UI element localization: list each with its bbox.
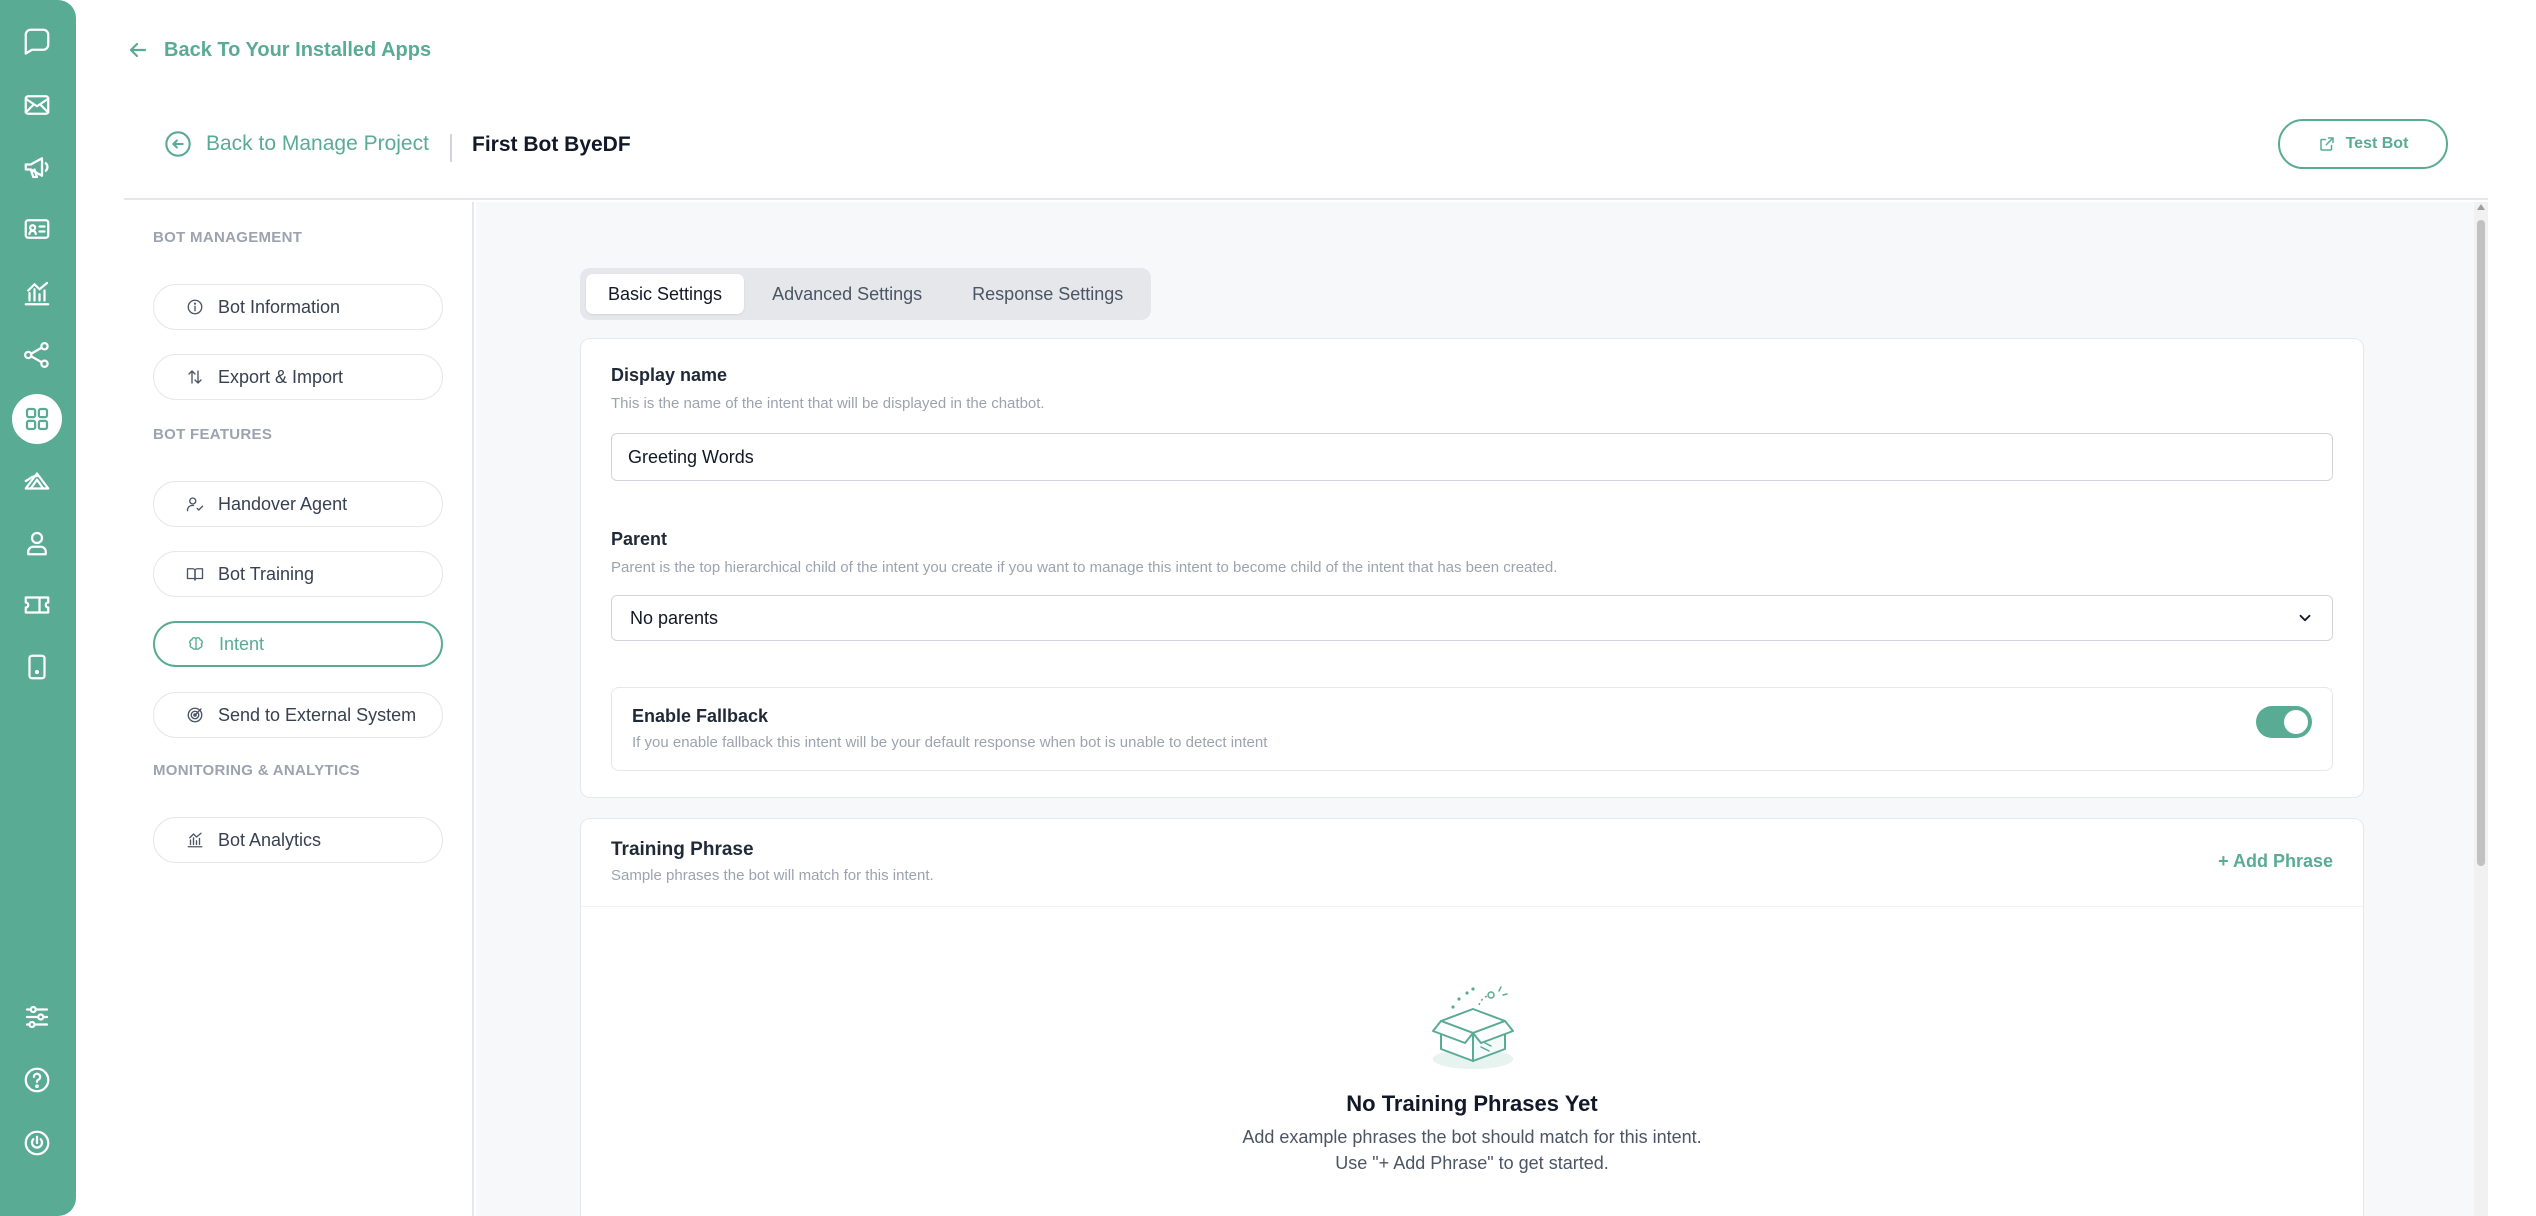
sidebar-item-bot-information[interactable]: Bot Information xyxy=(153,284,443,330)
tab-advanced-settings[interactable]: Advanced Settings xyxy=(750,274,944,314)
test-bot-button[interactable]: Test Bot xyxy=(2278,119,2448,169)
back-to-apps-label: Back To Your Installed Apps xyxy=(164,38,432,61)
app-rail xyxy=(0,0,76,1216)
chat-icon[interactable] xyxy=(14,18,60,64)
arrow-left-icon xyxy=(129,42,147,58)
user-check-icon xyxy=(186,497,204,512)
sidebar-item-label: Bot Information xyxy=(218,296,341,317)
fallback-toggle[interactable] xyxy=(2256,706,2312,738)
power-icon[interactable] xyxy=(14,1120,60,1166)
empty-box-icon xyxy=(1432,986,1514,1069)
content-scrollbar[interactable] xyxy=(2474,202,2488,1216)
settings-tabs: Basic Settings Advanced Settings Respons… xyxy=(580,268,1152,320)
back-to-project-link[interactable]: Back to Manage Project xyxy=(164,130,429,158)
brain-icon xyxy=(189,637,203,650)
bot-sidebar: BOT MANAGEMENT Bot Information Export & … xyxy=(124,202,474,1216)
back-to-project-label: Back to Manage Project xyxy=(206,132,429,155)
empty-state-title: No Training Phrases Yet xyxy=(1346,1091,1598,1116)
training-phrase-title: Training Phrase xyxy=(611,839,754,860)
sidebar-item-label: Intent xyxy=(219,633,265,654)
parent-desc: Parent is the top hierarchical child of … xyxy=(611,559,1558,576)
info-icon xyxy=(187,299,203,315)
fallback-setting: Enable Fallback If you enable fallback t… xyxy=(611,687,2333,771)
display-name-label: Display name xyxy=(611,365,728,385)
empty-state-line-2: Use "+ Add Phrase" to get started. xyxy=(1335,1153,1609,1173)
book-icon xyxy=(186,568,204,581)
analytics-icon[interactable] xyxy=(14,270,60,316)
mail-icon[interactable] xyxy=(14,82,60,128)
apps-grid-icon[interactable] xyxy=(12,394,62,444)
ticket-icon[interactable] xyxy=(14,582,60,628)
sidebar-item-send-external[interactable]: Send to External System xyxy=(153,692,443,738)
settings-sliders-icon[interactable] xyxy=(14,994,60,1040)
header-divider xyxy=(450,134,452,162)
bot-title: First Bot ByeDF xyxy=(472,133,631,156)
agent-icon[interactable] xyxy=(14,520,60,566)
sidebar-item-intent[interactable]: Intent xyxy=(153,621,443,667)
training-phrase-card: Training Phrase Sample phrases the bot w… xyxy=(580,818,2364,1216)
parent-select[interactable]: No parents xyxy=(611,595,2333,641)
chart-icon xyxy=(187,832,203,848)
broadcast-icon[interactable] xyxy=(14,458,60,504)
mobile-icon[interactable] xyxy=(14,644,60,690)
sidebar-item-label: Bot Analytics xyxy=(218,829,322,850)
tab-basic-settings[interactable]: Basic Settings xyxy=(586,274,745,314)
sidebar-item-label: Send to External System xyxy=(218,704,417,725)
fallback-label: Enable Fallback xyxy=(632,706,769,726)
section-monitoring: MONITORING & ANALYTICS xyxy=(153,762,360,779)
megaphone-icon[interactable] xyxy=(14,144,60,190)
sidebar-item-label: Export & Import xyxy=(218,366,344,387)
contact-card-icon[interactable] xyxy=(14,206,60,252)
project-header: Back to Manage Project First Bot ByeDF T… xyxy=(124,100,2488,200)
circle-arrow-left-icon xyxy=(165,131,191,157)
training-phrase-desc: Sample phrases the bot will match for th… xyxy=(611,867,934,884)
training-phrase-header: Training Phrase Sample phrases the bot w… xyxy=(581,819,2363,907)
sidebar-item-handover-agent[interactable]: Handover Agent xyxy=(153,481,443,527)
toggle-knob xyxy=(2284,710,2308,734)
basic-settings-card: Display name This is the name of the int… xyxy=(580,338,2364,798)
fallback-desc: If you enable fallback this intent will … xyxy=(632,734,1268,751)
display-name-desc: This is the name of the intent that will… xyxy=(611,395,1045,412)
parent-select-value: No parents xyxy=(630,607,719,628)
scroll-up-arrow[interactable] xyxy=(2477,204,2485,210)
scrollbar-thumb[interactable] xyxy=(2477,220,2485,866)
display-name-input[interactable] xyxy=(611,433,2333,481)
sidebar-item-bot-training[interactable]: Bot Training xyxy=(153,551,443,597)
target-icon xyxy=(187,707,203,723)
test-bot-label: Test Bot xyxy=(2345,135,2409,152)
intent-content: Basic Settings Advanced Settings Respons… xyxy=(476,202,2488,1216)
add-phrase-button[interactable]: + Add Phrase xyxy=(2218,851,2333,872)
back-to-apps-link[interactable]: Back To Your Installed Apps xyxy=(126,38,431,62)
tab-response-settings[interactable]: Response Settings xyxy=(950,274,1145,314)
section-bot-management: BOT MANAGEMENT xyxy=(153,229,303,246)
sidebar-item-label: Bot Training xyxy=(218,563,315,584)
share-icon[interactable] xyxy=(14,332,60,378)
external-link-icon xyxy=(2319,137,2334,151)
sidebar-item-label: Handover Agent xyxy=(218,493,348,514)
help-icon[interactable] xyxy=(14,1057,60,1103)
chevron-down-icon xyxy=(2299,614,2311,622)
parent-label: Parent xyxy=(611,529,668,549)
empty-state-line-1: Add example phrases the bot should match… xyxy=(1242,1127,1702,1147)
section-bot-features: BOT FEATURES xyxy=(153,426,273,443)
swap-icon xyxy=(188,370,202,384)
sidebar-item-export-import[interactable]: Export & Import xyxy=(153,354,443,400)
sidebar-item-bot-analytics[interactable]: Bot Analytics xyxy=(153,817,443,863)
